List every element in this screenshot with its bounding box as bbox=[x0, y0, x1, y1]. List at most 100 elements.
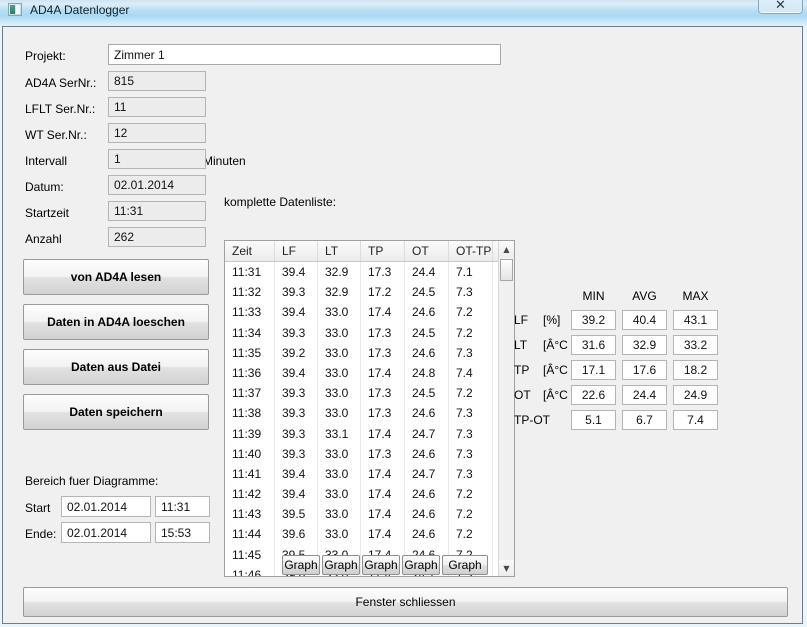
startzeit-input[interactable]: 11:31 bbox=[108, 201, 206, 221]
scroll-down-icon[interactable]: ▼ bbox=[499, 560, 514, 576]
stats-column-header: AVG bbox=[632, 289, 657, 303]
projekt-input[interactable]: Zimmer 1 bbox=[108, 44, 501, 65]
table-row[interactable]: 11:36 39.4 33.0 17.4 24.8 7.4 bbox=[225, 362, 499, 384]
stats-max-value: 43.1 bbox=[673, 310, 718, 330]
load-from-file-button[interactable]: Daten aus Datei bbox=[23, 349, 209, 385]
graph-button-3[interactable]: Graph bbox=[362, 555, 400, 575]
scroll-up-icon[interactable]: ▲ bbox=[499, 241, 514, 257]
table-cell: 11:35 bbox=[225, 342, 275, 363]
table-cell: 11:41 bbox=[225, 463, 275, 485]
title-bar: AD4A Datenlogger ✕ bbox=[0, 0, 807, 26]
read-from-ad4a-button[interactable]: von AD4A lesen bbox=[23, 259, 209, 295]
close-icon: ✕ bbox=[775, 0, 786, 13]
stats-min-value: 5.1 bbox=[571, 410, 616, 430]
table-cell: 7.2 bbox=[449, 322, 493, 343]
range-end-date-input[interactable]: 02.01.2014 bbox=[61, 522, 151, 543]
table-cell: 24.6 bbox=[405, 504, 449, 525]
table-row[interactable]: 11:31 39.4 32.9 17.3 24.4 7.1 bbox=[225, 262, 499, 283]
range-end-time-input[interactable]: 15:53 bbox=[155, 522, 210, 543]
range-start-time-input[interactable]: 11:31 bbox=[155, 496, 210, 517]
table-row[interactable]: 11:32 39.3 32.9 17.2 24.5 7.3 bbox=[225, 282, 499, 303]
table-cell: 33.0 bbox=[318, 463, 361, 485]
stats-avg-value: 24.4 bbox=[622, 385, 667, 405]
table-column-header[interactable]: OT bbox=[405, 241, 449, 261]
table-row[interactable]: 11:42 39.4 33.0 17.4 24.6 7.2 bbox=[225, 484, 499, 505]
table-cell: 17.2 bbox=[361, 282, 405, 303]
table-column-header[interactable]: Zeit bbox=[225, 241, 275, 261]
table-row[interactable]: 11:43 39.5 33.0 17.4 24.6 7.2 bbox=[225, 504, 499, 525]
close-window-button[interactable]: Fenster schliessen bbox=[23, 587, 788, 617]
stats-avg-value: 17.6 bbox=[622, 360, 667, 380]
graph-button-5[interactable]: Graph bbox=[442, 555, 488, 575]
table-column-header[interactable]: OT-TP bbox=[449, 241, 493, 261]
window-close-button[interactable]: ✕ bbox=[758, 0, 803, 14]
table-cell: 39.4 bbox=[275, 463, 318, 485]
table-row[interactable]: 11:35 39.2 33.0 17.3 24.6 7.3 bbox=[225, 342, 499, 363]
table-cell: 33.0 bbox=[318, 484, 361, 505]
table-title-label: komplette Datenliste: bbox=[224, 195, 337, 209]
graph-button-1[interactable]: Graph bbox=[282, 555, 320, 575]
table-column-header[interactable]: TP bbox=[361, 241, 405, 261]
graph-button-2[interactable]: Graph bbox=[322, 555, 360, 575]
anzahl-input[interactable]: 262 bbox=[108, 227, 206, 247]
table-cell: 7.3 bbox=[449, 443, 493, 464]
table-row[interactable]: 11:38 39.3 33.0 17.3 24.6 7.3 bbox=[225, 403, 499, 424]
app-icon bbox=[8, 3, 22, 16]
stats-row-label: LF bbox=[514, 313, 529, 327]
intervall-input[interactable]: 1 bbox=[108, 149, 206, 169]
stats-max-value: 24.9 bbox=[673, 385, 718, 405]
table-row[interactable]: 11:39 39.3 33.1 17.4 24.7 7.3 bbox=[225, 423, 499, 444]
range-start-label: Start bbox=[25, 501, 51, 515]
table-column-header[interactable]: LT bbox=[318, 241, 361, 261]
save-data-button[interactable]: Daten speichern bbox=[23, 394, 209, 430]
delete-data-button[interactable]: Daten in AD4A loeschen bbox=[23, 304, 209, 340]
table-cell: 33.0 bbox=[318, 362, 361, 384]
table-cell: 7.2 bbox=[449, 383, 493, 404]
table-cell: 17.3 bbox=[361, 262, 405, 283]
range-start-date-input[interactable]: 02.01.2014 bbox=[61, 496, 151, 517]
table-cell: 7.2 bbox=[449, 302, 493, 323]
table-row[interactable]: 11:37 39.3 33.0 17.3 24.5 7.2 bbox=[225, 383, 499, 404]
table-cell: 39.3 bbox=[275, 403, 318, 424]
lflt-sernr-input[interactable]: 11 bbox=[108, 97, 206, 117]
wt-sernr-input[interactable]: 12 bbox=[108, 123, 206, 143]
table-cell: 11:33 bbox=[225, 302, 275, 323]
table-cell: 33.0 bbox=[318, 302, 361, 323]
anzahl-label: Anzahl bbox=[25, 232, 62, 246]
table-vertical-scrollbar[interactable]: ▲ ▼ bbox=[498, 241, 514, 576]
stats-row-label: TP-OT bbox=[514, 413, 550, 427]
scrollbar-thumb[interactable] bbox=[500, 259, 513, 281]
data-table[interactable]: Zeit LF LT TP OT OT-TP 11:31 39.4 32.9 17.3 24.4 7… bbox=[224, 240, 515, 577]
table-cell: 24.5 bbox=[405, 282, 449, 303]
graph-button-4[interactable]: Graph bbox=[402, 555, 440, 575]
table-row[interactable]: 11:40 39.3 33.0 17.3 24.6 7.3 bbox=[225, 443, 499, 464]
table-row[interactable]: 11:33 39.4 33.0 17.4 24.6 7.2 bbox=[225, 302, 499, 323]
table-cell: 39.5 bbox=[275, 504, 318, 525]
table-row[interactable]: 11:44 39.6 33.0 17.4 24.6 7.2 bbox=[225, 524, 499, 545]
stats-column-header: MAX bbox=[682, 289, 709, 303]
stats-row-label: TP bbox=[514, 363, 530, 377]
table-cell: 11:44 bbox=[225, 524, 275, 545]
table-cell: 7.3 bbox=[449, 282, 493, 303]
table-column-header[interactable]: LF bbox=[275, 241, 318, 261]
table-cell: 39.3 bbox=[275, 423, 318, 444]
range-title-label: Bereich fuer Diagramme: bbox=[25, 474, 159, 488]
table-cell: 33.0 bbox=[318, 342, 361, 363]
datum-input[interactable]: 02.01.2014 bbox=[108, 175, 206, 195]
table-cell: 7.3 bbox=[449, 423, 493, 444]
table-cell: 33.0 bbox=[318, 403, 361, 424]
table-cell: 17.4 bbox=[361, 524, 405, 545]
table-cell: 11:36 bbox=[225, 362, 275, 384]
ad4a-sernr-input[interactable]: 815 bbox=[108, 71, 206, 91]
table-cell: 17.3 bbox=[361, 342, 405, 363]
intervall-unit-label: Minuten bbox=[203, 154, 246, 168]
table-cell: 24.6 bbox=[405, 443, 449, 464]
table-cell: 32.9 bbox=[318, 262, 361, 283]
table-body: 11:31 39.4 32.9 17.3 24.4 7.1 11:32 39.3 32.9 17.… bbox=[225, 262, 499, 576]
stats-column-header: MIN bbox=[582, 289, 605, 303]
table-cell: 39.4 bbox=[275, 484, 318, 505]
table-row[interactable]: 11:41 39.4 33.0 17.4 24.7 7.3 bbox=[225, 463, 499, 485]
table-cell: 39.6 bbox=[275, 524, 318, 545]
table-row[interactable]: 11:34 39.3 33.0 17.3 24.5 7.2 bbox=[225, 322, 499, 343]
table-cell: 39.4 bbox=[275, 262, 318, 283]
